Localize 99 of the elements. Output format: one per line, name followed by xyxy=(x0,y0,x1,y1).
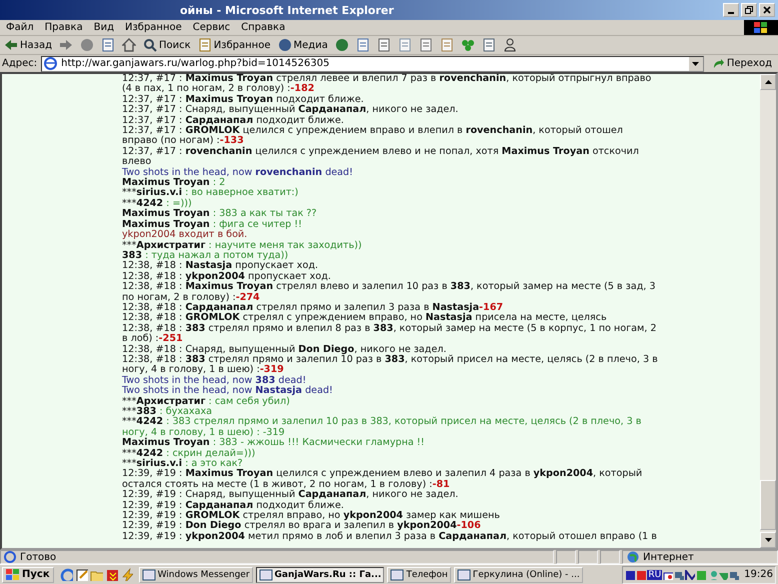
death-message: Two shots in the head, now Nastasja dead! xyxy=(122,386,334,396)
menu-item[interactable]: Файл xyxy=(6,22,34,33)
search-icon xyxy=(143,38,158,52)
windows-logo-icon xyxy=(744,20,778,35)
battle-log-line: 12:37, #17 : GROMLOK целился с упреждением вправо и влепил в rovenchanin, который отошел вправо (по ногам) :-133 xyxy=(122,126,624,146)
chat-message: ***4242 : =))) xyxy=(122,198,193,209)
window-icon xyxy=(390,568,404,582)
windows-logo-icon xyxy=(6,568,20,580)
battle-log-line: 12:39, #19 : Снаряд, выпущенный Сарданапал, никого не задел. xyxy=(122,490,460,500)
globe-icon xyxy=(627,551,639,563)
go-arrow-icon xyxy=(712,58,724,70)
status-text: Готово xyxy=(20,552,56,562)
favorites-button[interactable]: Избранное xyxy=(196,38,272,52)
battle-log-line: 12:38, #18 : ykpon2004 пропускает ход. xyxy=(122,272,332,282)
status-pane xyxy=(600,550,620,564)
battle-log-line: 12:38, #18 : 383 стрелял прямо и влепил 8 раз в 383, который замер на месте (5 в корпус, 1 по ногам, 2 в лоб) :-251 xyxy=(122,324,658,344)
back-button[interactable]: Назад xyxy=(2,38,54,52)
menu-item[interactable]: Избранное xyxy=(124,22,182,33)
scroll-up-button[interactable] xyxy=(760,74,776,90)
search-button[interactable]: Поиск xyxy=(141,38,193,52)
menu-item[interactable]: Справка xyxy=(241,22,286,33)
person-icon xyxy=(502,38,517,52)
taskbar-button[interactable]: Windows Messenger xyxy=(138,566,253,582)
chat-message: ***383 : бухахаха xyxy=(122,407,214,417)
battle-log-line: 12:37, #17 : Maximus Troyan подходит ближе. xyxy=(122,94,364,105)
battle-log-line: 12:38, #18 : Сарданапал стрелял прямо и залепил 3 раза в Nastasja-167 xyxy=(122,302,504,313)
home-button[interactable] xyxy=(120,38,138,52)
battle-log-line: 12:39, #19 : Maximus Troyan целился с упреждением влево и залепил 4 раза в ykpon2004, который остался стоять на месте (1 в живот, 2 по ногам, 1 в голову) :-81 xyxy=(122,469,644,490)
battle-log-line: 12:38, #18 : Nastasja пропускает ход. xyxy=(122,261,320,272)
menu-item[interactable]: Сервис xyxy=(192,22,230,33)
network-icon[interactable] xyxy=(674,570,684,580)
lightning-icon[interactable] xyxy=(120,568,133,581)
window-icon xyxy=(456,568,471,582)
forward-arrow-icon xyxy=(59,38,74,52)
battle-log-line: 12:39, #19 : Сарданапал подходит ближе. xyxy=(122,500,344,511)
address-label: Адрес: xyxy=(2,58,38,69)
battle-log-line: 12:37, #17 : Снаряд, выпущенный Сарданапал, никого не задел. xyxy=(122,105,460,116)
up-arrow-icon xyxy=(764,80,772,84)
start-button[interactable]: Пуск xyxy=(2,566,54,582)
chat-message: ***4242 : скрин делай=))) xyxy=(122,448,256,459)
chat-message: Maximus Troyan : 383 - жжошь !!! Касмически гламурна !! xyxy=(122,438,426,448)
minimize-button[interactable] xyxy=(723,3,739,17)
chat-message: 383 : туда нажал а потом туда)) xyxy=(122,250,290,261)
battle-log-line: 12:39, #19 : GROMLOK стрелял вправо, но ykpon2004 замер как мишень xyxy=(122,511,501,522)
tray-icon[interactable] xyxy=(663,570,674,580)
chat-message: Maximus Troyan : фига се читер !! xyxy=(122,220,303,230)
chat-message: Maximus Troyan : 2 xyxy=(122,178,226,188)
tray-icon[interactable] xyxy=(625,570,636,580)
chat-message: ***Архистратиг : сам себя убил) xyxy=(122,396,291,407)
join-message: ykpon2004 входит в бой. xyxy=(122,230,248,240)
chat-message: Maximus Troyan : 383 а как ты так ?? xyxy=(122,209,318,220)
battle-log-line: 12:39, #19 : Don Diego стрелял во врага и залепил в ykpon2004-106 xyxy=(122,521,482,532)
scrollbar[interactable] xyxy=(760,74,776,548)
chat-message: ***Архистратиг : научите меня так заходить)) xyxy=(122,240,363,250)
taskbar-button[interactable]: Телефон xyxy=(387,566,451,582)
battle-log-line: 12:37, #17 : rovenchanin целился с упреждением влево и не попал, хотя Maximus Troyan отскочил влево xyxy=(122,146,640,168)
restore-icon xyxy=(745,6,753,14)
status-pane xyxy=(578,550,598,564)
media-button[interactable]: Медиа xyxy=(276,38,330,52)
ie-icon xyxy=(44,57,58,70)
window-icon xyxy=(258,568,273,582)
clock: 19:26 xyxy=(744,569,773,580)
taskbar-button[interactable]: GanjaWars.Ru :: Га... xyxy=(256,566,384,582)
chat-message: ***4242 : 383 стрелял прямо и залепил 10 раз в 383, который присел на месте, целясь (2 в плечо, 3 в ногу, 4 в голову, 1 в шею) : -319 xyxy=(122,417,642,438)
notepad-icon[interactable] xyxy=(74,568,88,581)
close-button[interactable] xyxy=(759,3,775,17)
network-icon[interactable] xyxy=(729,570,740,580)
battle-log-line: 12:38, #18 : GROMLOK стрелял с упреждением вправо, но Nastasja присела на месте, целясь xyxy=(122,313,608,324)
status-pane xyxy=(556,550,576,564)
menu-item[interactable]: Вид xyxy=(94,22,114,33)
back-arrow-icon xyxy=(4,38,18,52)
clover-icon xyxy=(460,38,475,52)
zone-text: Интернет xyxy=(643,552,694,562)
scroll-down-button[interactable] xyxy=(760,532,776,548)
maximize-button[interactable] xyxy=(741,3,757,17)
battle-log-line: 12:39, #19 : ykpon2004 метил прямо в лоб и влепил 3 раза в Сарданапал, который отошел вправо (1 в xyxy=(122,532,658,542)
app-icon[interactable] xyxy=(104,568,118,581)
battle-log-line: 12:38, #18 : Снаряд, выпущенный Don Diego, никого не задел. xyxy=(122,344,446,355)
chat-message: ***sirius.v.i : во наверное хватит:) xyxy=(122,188,300,198)
window-title: ойны - Microsoft Internet Explorer xyxy=(180,4,394,16)
scrollbar-thumb[interactable] xyxy=(760,480,776,530)
death-message: Two shots in the head, now rovenchanin dead! xyxy=(122,168,354,178)
close-icon xyxy=(763,6,771,14)
down-arrow-icon xyxy=(764,538,772,542)
go-button[interactable]: Переход xyxy=(708,58,776,70)
death-message: Two shots in the head, now 383 dead! xyxy=(122,376,306,386)
language-indicator[interactable]: RU xyxy=(647,570,662,580)
battle-log-line: 12:38, #18 : 383 стрелял прямо и залепил 10 раз в 383, который присел на месте, целясь (2 в плечо, 3 в ногу, 4 в голову, 1 в шею) :-319 xyxy=(122,354,659,376)
page-icon xyxy=(4,551,16,563)
battle-log-line: 12:38, #18 : Maximus Troyan стрелял влево и залепил 10 раз в 383, который замер на месте (5 в зад, 3 по ногам, 2 в голову) :-274 xyxy=(122,282,656,303)
tray-icon[interactable] xyxy=(685,570,696,580)
menu-item[interactable]: Правка xyxy=(44,22,83,33)
chat-message: ***sirius.v.i : а это как? xyxy=(122,459,243,470)
house-icon xyxy=(122,38,136,52)
taskbar-button[interactable]: Геркулина (Online) - ... xyxy=(454,566,583,582)
window-icon xyxy=(142,568,156,582)
battle-log-line: 12:37, #17 : Сарданапал подходит ближе. xyxy=(122,116,345,126)
battle-log-line: 12:37, #17 : Maximus Troyan стрелял левее и влепил 7 раз в rovenchanin, который отпрыгнул вправо (4 в пах, 1 по ногам, 2 в голову) :-182 xyxy=(122,74,652,94)
address-field[interactable]: http://war.ganjawars.ru/warlog.php?bid=1014526305 xyxy=(41,56,704,72)
